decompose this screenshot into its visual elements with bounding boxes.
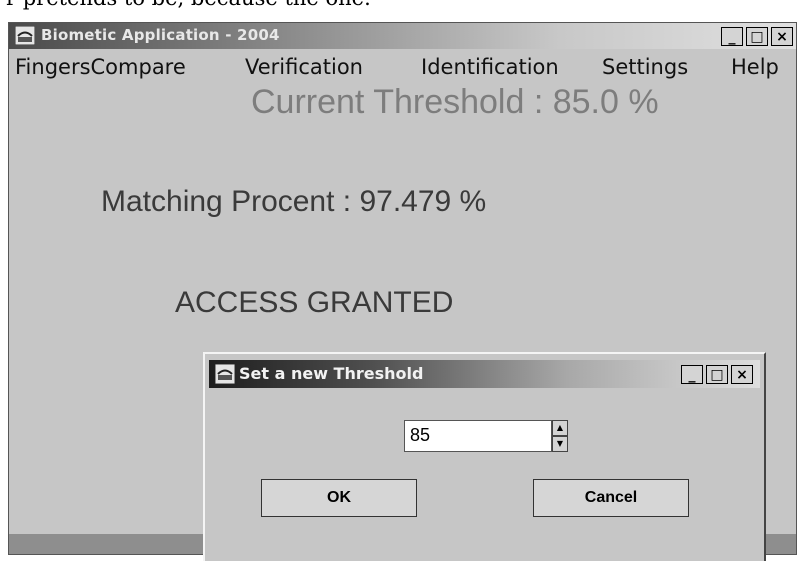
menu-identification[interactable]: Identification <box>421 55 559 79</box>
dialog-titlebar[interactable]: Set a new Threshold _ □ × <box>209 360 760 388</box>
matching-percent-label: Matching Procent : 97.479 % <box>101 185 487 218</box>
app-icon <box>15 26 35 45</box>
spinner-up-button[interactable]: ▲ <box>552 420 568 436</box>
menu-bar: FingersCompare Verification Identificati… <box>9 51 796 83</box>
close-icon: × <box>776 28 788 45</box>
dialog-app-icon <box>215 364 235 384</box>
dialog-minimize-button[interactable]: _ <box>681 365 703 384</box>
dialog-title: Set a new Threshold <box>239 364 424 383</box>
threshold-dialog: Set a new Threshold _ □ × 85 ▲ ▼ OK Canc… <box>203 352 766 561</box>
dialog-maximize-button[interactable]: □ <box>706 365 728 384</box>
close-button[interactable]: × <box>771 27 793 46</box>
menu-fingerscompare[interactable]: FingersCompare <box>15 55 186 79</box>
ok-button[interactable]: OK <box>261 479 417 517</box>
document-text-fragment: r pretends to be, because the one. <box>0 0 797 12</box>
access-status-label: ACCESS GRANTED <box>175 286 454 319</box>
window-title: Biometic Application - 2004 <box>41 26 280 44</box>
spinner-down-button[interactable]: ▼ <box>552 436 568 452</box>
minimize-icon: _ <box>728 28 736 45</box>
maximize-icon: □ <box>750 28 764 45</box>
minimize-icon: _ <box>688 366 696 383</box>
menu-verification[interactable]: Verification <box>245 55 363 79</box>
main-titlebar[interactable]: Biometic Application - 2004 _ □ × <box>9 23 796 49</box>
menu-help[interactable]: Help <box>731 55 779 79</box>
threshold-spinner-input[interactable]: 85 <box>404 420 552 452</box>
maximize-button[interactable]: □ <box>746 27 768 46</box>
menu-settings[interactable]: Settings <box>602 55 688 79</box>
cancel-button[interactable]: Cancel <box>533 479 689 517</box>
minimize-button[interactable]: _ <box>721 27 743 46</box>
maximize-icon: □ <box>710 366 724 383</box>
current-threshold-label: Current Threshold : 85.0 % <box>251 83 659 121</box>
dialog-close-button[interactable]: × <box>731 365 753 384</box>
close-icon: × <box>736 366 748 383</box>
